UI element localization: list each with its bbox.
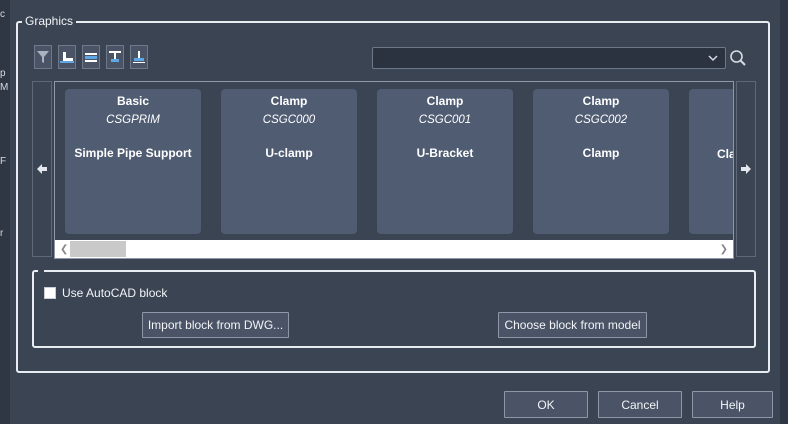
card-description: Simple Pipe Support	[74, 146, 192, 160]
card-category: Clamp	[426, 94, 464, 108]
gallery-prev-button[interactable]	[32, 81, 52, 257]
gallery-scrollbar[interactable]: ❮ ❯	[55, 240, 733, 258]
card-code: CSGC000	[262, 114, 316, 126]
help-button[interactable]: Help	[692, 391, 773, 418]
gallery-card[interactable]: Clamp CSGC000 U-clamp	[221, 89, 357, 234]
gallery-card[interactable]: Basic CSGPRIM Simple Pipe Support	[65, 89, 201, 234]
search-button[interactable]	[727, 46, 749, 70]
scroll-right-icon[interactable]: ❯	[720, 244, 728, 255]
gallery-card[interactable]: Cla	[689, 89, 733, 234]
graphics-group-legend: Graphics	[22, 14, 77, 28]
pipe-support-button[interactable]	[82, 45, 100, 69]
pipe-clamp-button[interactable]	[130, 45, 148, 69]
arrow-left-icon	[37, 164, 47, 174]
gallery: Basic CSGPRIM Simple Pipe Support Clamp …	[54, 81, 734, 259]
gallery-card[interactable]: Clamp CSGC001 U-Bracket	[377, 89, 513, 234]
gallery-card[interactable]: Clamp CSGC002 Clamp	[533, 89, 669, 234]
card-description: Cla	[717, 147, 733, 161]
block-group	[32, 270, 756, 348]
edge-fragment: F	[0, 156, 7, 167]
use-autocad-block-checkbox[interactable]	[44, 287, 56, 299]
edge-fragment: M	[0, 82, 9, 93]
card-description: U-Bracket	[416, 146, 474, 160]
pipe-elbow-icon	[60, 52, 74, 63]
card-category: Clamp	[582, 94, 620, 108]
block-group-legend	[38, 267, 44, 273]
card-category: Basic	[116, 94, 150, 108]
pipe-clamp-icon	[133, 51, 145, 63]
filter-button[interactable]	[34, 45, 52, 69]
scroll-left-icon[interactable]: ❮	[60, 244, 68, 255]
edge-fragment: c	[0, 9, 5, 20]
pipe-hanger-icon	[109, 51, 121, 62]
search-icon	[730, 50, 746, 66]
card-code: CSGPRIM	[106, 114, 160, 126]
gallery-next-button[interactable]	[736, 81, 756, 257]
ok-button[interactable]: OK	[504, 391, 588, 418]
arrow-right-icon	[741, 164, 751, 174]
card-code: CSGC002	[574, 114, 628, 126]
card-code	[689, 114, 733, 127]
edge-fragment: r	[0, 228, 4, 239]
card-description: Clamp	[582, 146, 620, 160]
background-window-left	[0, 0, 10, 424]
card-category	[689, 94, 733, 108]
gallery-viewport: Basic CSGPRIM Simple Pipe Support Clamp …	[55, 82, 733, 240]
import-block-button[interactable]: Import block from DWG...	[142, 312, 289, 338]
card-code: CSGC001	[418, 114, 472, 126]
use-autocad-block-label[interactable]: Use AutoCAD block	[62, 286, 167, 300]
choose-block-button[interactable]: Choose block from model	[498, 312, 647, 338]
scrollbar-thumb[interactable]	[70, 241, 126, 257]
search-combo[interactable]	[372, 47, 726, 69]
pipe-elbow-button[interactable]	[58, 45, 76, 69]
filter-icon	[37, 51, 49, 63]
pipe-hanger-button[interactable]	[106, 45, 124, 69]
background-window-right	[780, 0, 788, 424]
chevron-down-icon	[708, 55, 718, 62]
card-category: Clamp	[270, 94, 308, 108]
edge-fragment: p	[0, 68, 6, 79]
pipe-support-icon	[85, 53, 97, 62]
cancel-button[interactable]: Cancel	[598, 391, 682, 418]
card-description: U-clamp	[265, 146, 313, 160]
